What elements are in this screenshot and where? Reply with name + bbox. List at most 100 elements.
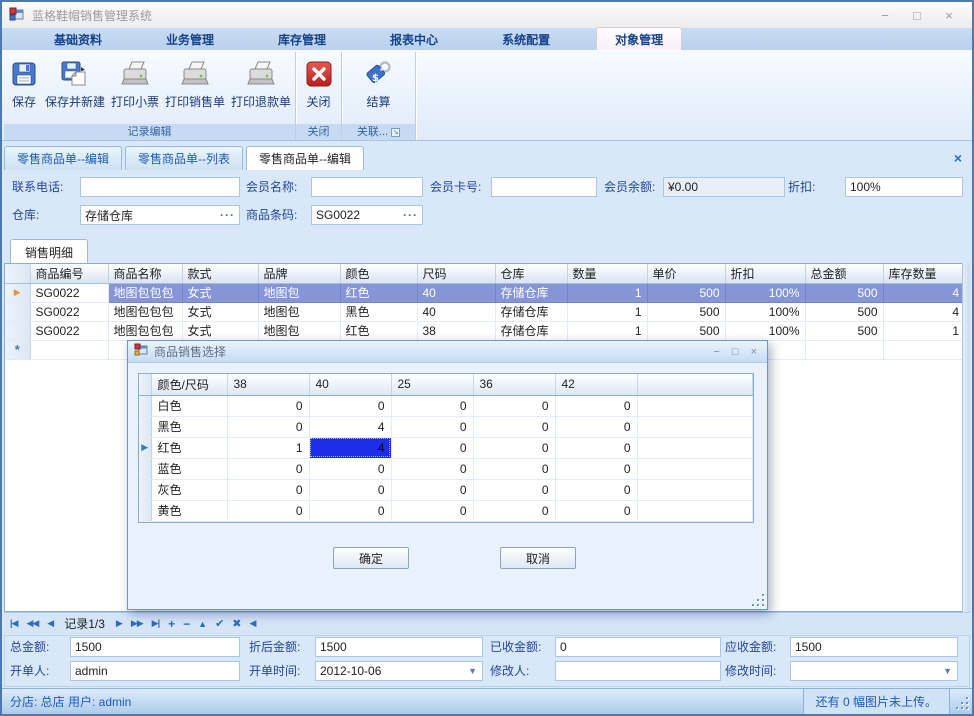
grid-column-header[interactable]: 总金额 <box>805 264 883 283</box>
contact-phone-input[interactable] <box>81 178 239 196</box>
maximize-button[interactable]: □ <box>908 8 926 23</box>
row-indicator[interactable] <box>139 395 151 416</box>
modify-time-input[interactable] <box>791 662 938 680</box>
document-close-icon[interactable]: × <box>954 150 970 170</box>
print-sales-order-button[interactable]: 打印销售单 <box>162 55 228 112</box>
clerk-input[interactable] <box>71 662 239 680</box>
matrix-cell[interactable]: 0 <box>555 437 637 458</box>
grid-cell[interactable]: 1 <box>567 283 647 302</box>
grid-cell[interactable]: 地图包包包 <box>108 283 182 302</box>
grid-column-header[interactable]: 仓库 <box>495 264 567 283</box>
nav-post-icon[interactable]: ✔ <box>215 617 223 630</box>
grid-cell[interactable]: 女式 <box>182 302 258 321</box>
grid-column-header[interactable]: 单价 <box>647 264 725 283</box>
discount-input[interactable] <box>846 178 962 196</box>
warehouse-ellipsis-button[interactable]: ··· <box>216 208 239 222</box>
close-form-button[interactable]: 关闭 <box>301 55 337 112</box>
grid-cell[interactable]: 女式 <box>182 283 258 302</box>
grid-column-header[interactable]: 品牌 <box>258 264 340 283</box>
grid-cell[interactable]: 1 <box>567 302 647 321</box>
grid-column-header[interactable]: 折扣 <box>725 264 805 283</box>
matrix-cell[interactable]: 0 <box>473 458 555 479</box>
matrix-cell[interactable]: 0 <box>227 458 309 479</box>
dialog-close-button[interactable]: × <box>751 346 757 358</box>
grid-cell[interactable]: 40 <box>417 283 495 302</box>
matrix-column-header[interactable]: 颜色/尺码 <box>151 374 227 395</box>
grid-cell[interactable] <box>883 340 965 359</box>
receivable-amount-input[interactable] <box>791 638 957 656</box>
document-tab[interactable]: 零售商品单--列表 <box>125 146 243 170</box>
discounted-amount-input[interactable] <box>316 638 482 656</box>
matrix-cell[interactable]: 0 <box>473 479 555 500</box>
menu-tab[interactable]: 报表中心 <box>372 28 456 50</box>
matrix-cell[interactable]: 0 <box>309 395 391 416</box>
nav-first-icon[interactable]: |◀ <box>10 618 17 629</box>
received-amount-input[interactable] <box>556 638 720 656</box>
matrix-cell[interactable]: 0 <box>227 479 309 500</box>
matrix-cell[interactable]: 0 <box>227 395 309 416</box>
grid-cell[interactable]: 500 <box>805 302 883 321</box>
row-indicator[interactable] <box>5 302 30 321</box>
matrix-color-cell[interactable]: 红色 <box>151 437 227 458</box>
matrix-color-cell[interactable]: 蓝色 <box>151 458 227 479</box>
modifier-input[interactable] <box>556 662 720 680</box>
grid-cell[interactable]: 500 <box>647 302 725 321</box>
dialog-minimize-button[interactable]: − <box>713 346 719 358</box>
grid-cell[interactable]: 4 <box>883 283 965 302</box>
matrix-cell[interactable]: 0 <box>309 500 391 521</box>
row-indicator[interactable] <box>139 458 151 479</box>
grid-cell[interactable]: SG0022 <box>30 321 108 340</box>
grid-cell[interactable]: 100% <box>725 302 805 321</box>
matrix-cell[interactable]: 0 <box>473 500 555 521</box>
grid-cell[interactable]: 100% <box>725 283 805 302</box>
save-and-new-button[interactable]: 保存并新建 <box>42 55 108 112</box>
dialog-resize-grip[interactable] <box>750 592 764 606</box>
nav-last-icon[interactable]: ▶| <box>152 618 159 629</box>
row-indicator[interactable] <box>5 321 30 340</box>
grid-column-header[interactable]: 款式 <box>182 264 258 283</box>
menu-tab[interactable]: 基础资料 <box>36 28 120 50</box>
row-indicator[interactable] <box>139 416 151 437</box>
grid-column-header[interactable]: 商品编号 <box>30 264 108 283</box>
barcode-input[interactable] <box>312 206 399 224</box>
grid-cell[interactable]: 40 <box>417 302 495 321</box>
matrix-cell[interactable]: 0 <box>555 479 637 500</box>
menu-tab[interactable]: 系统配置 <box>484 28 568 50</box>
matrix-column-header[interactable]: 42 <box>555 374 637 395</box>
matrix-cell[interactable]: 0 <box>473 437 555 458</box>
grid-cell[interactable]: 黑色 <box>340 302 417 321</box>
nav-append-icon[interactable]: + <box>168 617 174 631</box>
grid-column-header[interactable]: 颜色 <box>340 264 417 283</box>
row-indicator[interactable]: ▶ <box>5 283 30 302</box>
member-card-input[interactable] <box>492 178 596 196</box>
grid-cell[interactable]: SG0022 <box>30 302 108 321</box>
matrix-cell[interactable]: 0 <box>227 500 309 521</box>
matrix-cell[interactable]: 0 <box>555 395 637 416</box>
dialog-launcher-icon[interactable]: ↘ <box>391 128 400 137</box>
matrix-cell[interactable]: 0 <box>391 458 473 479</box>
grid-cell[interactable]: 红色 <box>340 283 417 302</box>
grid-cell[interactable]: 女式 <box>182 321 258 340</box>
matrix-cell[interactable]: 0 <box>391 500 473 521</box>
grid-cell[interactable]: 4 <box>883 302 965 321</box>
grid-cell[interactable]: 38 <box>417 321 495 340</box>
row-indicator[interactable]: ▶ <box>139 437 151 458</box>
order-time-input[interactable] <box>316 662 463 680</box>
grid-cell[interactable]: 500 <box>647 283 725 302</box>
ok-button[interactable]: 确定 <box>333 547 409 569</box>
grid-cell[interactable]: 1 <box>567 321 647 340</box>
new-row-indicator[interactable]: * <box>5 340 30 359</box>
barcode-ellipsis-button[interactable]: ··· <box>399 208 422 222</box>
document-tab[interactable]: 零售商品单--编辑 <box>4 146 122 170</box>
matrix-color-cell[interactable]: 黑色 <box>151 416 227 437</box>
matrix-column-header[interactable]: 40 <box>309 374 391 395</box>
matrix-cell[interactable]: 0 <box>309 458 391 479</box>
grid-cell[interactable]: 存储仓库 <box>495 283 567 302</box>
save-button[interactable]: 保存 <box>6 55 42 112</box>
matrix-column-header[interactable]: 38 <box>227 374 309 395</box>
modify-time-dropdown-icon[interactable]: ▼ <box>938 666 957 676</box>
grid-cell[interactable]: 500 <box>805 283 883 302</box>
grid-cell[interactable] <box>805 340 883 359</box>
matrix-cell[interactable]: 0 <box>555 416 637 437</box>
matrix-cell[interactable]: 0 <box>391 437 473 458</box>
